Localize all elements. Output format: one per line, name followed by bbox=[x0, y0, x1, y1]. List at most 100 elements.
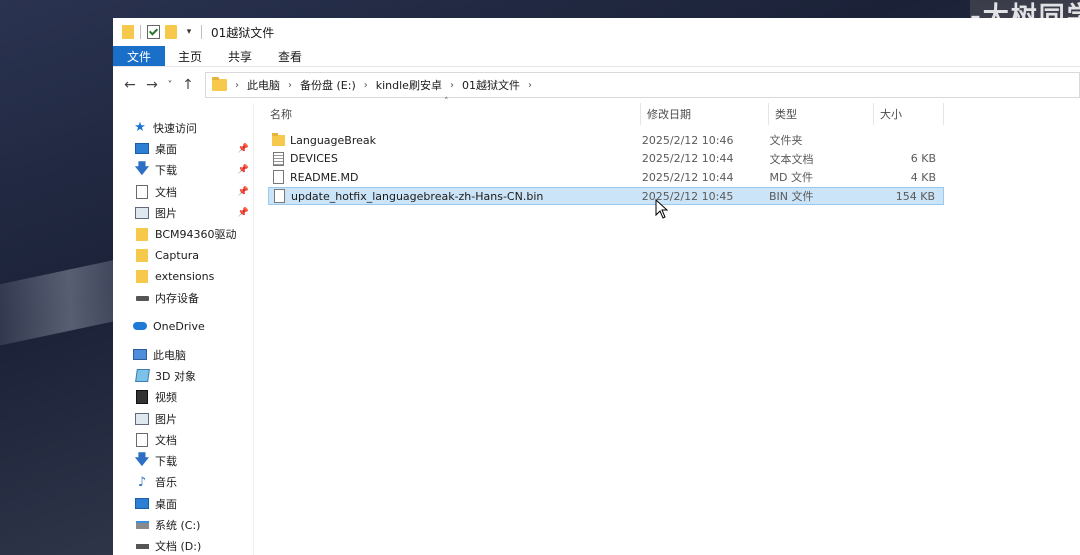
music-icon: ♪ bbox=[137, 474, 147, 490]
nav-item-bcm94360[interactable]: BCM94360驱动 bbox=[113, 223, 253, 244]
customize-toolbar-chevron-icon[interactable]: ▾ bbox=[180, 23, 198, 41]
nav-item-desktop-pc[interactable]: 桌面 bbox=[113, 493, 253, 514]
file-name: DEVICES bbox=[290, 152, 338, 166]
toolbar-separator bbox=[201, 25, 202, 39]
document-icon bbox=[135, 432, 149, 447]
new-folder-icon[interactable] bbox=[162, 23, 180, 41]
properties-check-icon[interactable] bbox=[144, 23, 162, 41]
address-bar[interactable]: › 此电脑 › 备份盘 (E:) › kindle刷安卓 › 01越狱文件 › bbox=[205, 72, 1080, 98]
file-icon bbox=[272, 189, 286, 204]
nav-label: 图片 bbox=[155, 206, 177, 220]
file-name: update_hotfix_languagebreak-zh-Hans-CN.b… bbox=[291, 189, 544, 203]
nav-label: OneDrive bbox=[153, 319, 205, 333]
nav-item-docs-d[interactable]: 文档 (D:) bbox=[113, 536, 253, 555]
explorer-body: ★ 快速访问 桌面 📌 🡇 下载 📌 文档 📌 图片 📌 BCM94360驱动 … bbox=[113, 97, 1080, 555]
nav-item-memory-device[interactable]: 内存设备 bbox=[113, 287, 253, 308]
breadcrumb-current-folder[interactable]: 01越狱文件 bbox=[462, 77, 520, 93]
nav-item-extensions[interactable]: extensions bbox=[113, 266, 253, 287]
address-row: ← → ˅ ↑ › 此电脑 › 备份盘 (E:) › kindle刷安卓 › 0… bbox=[113, 67, 1080, 103]
tab-share[interactable]: 共享 bbox=[215, 46, 265, 66]
column-header-name[interactable]: 名称 bbox=[254, 103, 641, 125]
breadcrumb-backup-drive[interactable]: 备份盘 (E:) bbox=[300, 77, 356, 93]
mouse-cursor-icon bbox=[655, 199, 669, 219]
chevron-right-icon[interactable]: › bbox=[235, 80, 239, 91]
nav-label: 音乐 bbox=[155, 476, 177, 490]
computer-icon bbox=[133, 348, 147, 362]
nav-item-videos[interactable]: 视频 bbox=[113, 387, 253, 408]
tab-view[interactable]: 查看 bbox=[265, 46, 315, 66]
up-arrow-icon[interactable]: ↑ bbox=[177, 77, 199, 93]
nav-label: 下载 bbox=[155, 164, 177, 178]
nav-label: 文档 (D:) bbox=[155, 540, 202, 554]
nav-item-documents-pc[interactable]: 文档 bbox=[113, 429, 253, 450]
file-size: 4 KB bbox=[910, 170, 936, 184]
nav-this-pc[interactable]: 此电脑 bbox=[113, 344, 253, 365]
chevron-right-icon[interactable]: › bbox=[288, 80, 292, 91]
nav-label: 系统 (C:) bbox=[155, 518, 201, 532]
chevron-right-icon[interactable]: › bbox=[364, 80, 368, 91]
column-header-size[interactable]: 大小 bbox=[874, 103, 944, 125]
tab-home[interactable]: 主页 bbox=[165, 46, 215, 66]
file-date: 2025/2/12 10:46 bbox=[641, 133, 734, 147]
star-icon: ★ bbox=[134, 120, 146, 136]
nav-quick-access[interactable]: ★ 快速访问 bbox=[113, 117, 253, 138]
nav-label: 文档 bbox=[155, 433, 177, 447]
file-type: BIN 文件 bbox=[769, 190, 814, 204]
file-name: LanguageBreak bbox=[290, 133, 376, 147]
ribbon-tabs: 文件 主页 共享 查看 bbox=[113, 46, 1080, 67]
navigation-pane[interactable]: ★ 快速访问 桌面 📌 🡇 下载 📌 文档 📌 图片 📌 BCM94360驱动 … bbox=[113, 103, 253, 555]
nav-item-3d-objects[interactable]: 3D 对象 bbox=[113, 365, 253, 386]
nav-item-pictures[interactable]: 图片 📌 bbox=[113, 202, 253, 223]
forward-arrow-icon[interactable]: → bbox=[141, 77, 163, 93]
column-header-type[interactable]: 类型 bbox=[769, 103, 874, 125]
file-row-selected[interactable]: update_hotfix_languagebreak-zh-Hans-CN.b… bbox=[268, 186, 944, 206]
cloud-icon bbox=[133, 319, 147, 333]
folder-icon bbox=[135, 248, 149, 262]
nav-item-system-c[interactable]: 系统 (C:) bbox=[113, 514, 253, 535]
file-type: MD 文件 bbox=[769, 171, 813, 185]
nav-label: 文档 bbox=[155, 185, 177, 199]
drive-icon bbox=[135, 291, 149, 305]
folder-icon[interactable] bbox=[119, 23, 137, 41]
pin-icon[interactable]: 📌 bbox=[238, 144, 249, 154]
file-icon bbox=[271, 170, 285, 185]
nav-item-desktop[interactable]: 桌面 📌 bbox=[113, 138, 253, 159]
tab-file[interactable]: 文件 bbox=[113, 46, 166, 66]
file-list[interactable]: ˄ 名称 修改日期 类型 大小 LanguageBreak 2025/2/12 … bbox=[254, 97, 1080, 555]
column-headers: 名称 修改日期 类型 大小 bbox=[254, 103, 1080, 125]
folder-icon bbox=[135, 270, 149, 284]
nav-label: 此电脑 bbox=[153, 348, 186, 362]
file-type: 文本文档 bbox=[769, 152, 814, 166]
file-row[interactable]: DEVICES 2025/2/12 10:44 文本文档 6 KB bbox=[268, 150, 944, 169]
nav-label: 桌面 bbox=[155, 142, 177, 156]
nav-item-music[interactable]: ♪ 音乐 bbox=[113, 472, 253, 493]
nav-item-documents[interactable]: 文档 📌 bbox=[113, 181, 253, 202]
file-date: 2025/2/12 10:44 bbox=[641, 152, 734, 166]
nav-item-downloads[interactable]: 🡇 下载 📌 bbox=[113, 160, 253, 181]
pin-icon[interactable]: 📌 bbox=[238, 187, 249, 197]
column-header-date[interactable]: 修改日期 bbox=[641, 103, 769, 125]
file-row[interactable]: README.MD 2025/2/12 10:44 MD 文件 4 KB bbox=[268, 168, 944, 187]
nav-onedrive[interactable]: OneDrive bbox=[113, 316, 253, 337]
breadcrumb-kindle[interactable]: kindle刷安卓 bbox=[376, 77, 442, 93]
file-type: 文件夹 bbox=[769, 134, 803, 148]
nav-label: 视频 bbox=[155, 391, 177, 405]
nav-item-downloads-pc[interactable]: 🡇 下载 bbox=[113, 450, 253, 471]
nav-item-captura[interactable]: Captura bbox=[113, 245, 253, 266]
file-date: 2025/2/12 10:44 bbox=[641, 170, 734, 184]
folder-icon bbox=[212, 77, 227, 91]
nav-label: Captura bbox=[155, 248, 199, 262]
picture-icon bbox=[135, 206, 149, 220]
breadcrumb-this-pc[interactable]: 此电脑 bbox=[247, 77, 280, 93]
system-drive-icon bbox=[135, 518, 149, 532]
chevron-right-icon[interactable]: › bbox=[528, 80, 532, 91]
chevron-right-icon[interactable]: › bbox=[450, 80, 454, 91]
download-icon: 🡇 bbox=[134, 452, 150, 469]
pin-icon[interactable]: 📌 bbox=[238, 165, 249, 175]
file-row[interactable]: LanguageBreak 2025/2/12 10:46 文件夹 bbox=[268, 131, 944, 150]
nav-item-pictures-pc[interactable]: 图片 bbox=[113, 408, 253, 429]
nav-label: extensions bbox=[155, 270, 215, 284]
back-arrow-icon[interactable]: ← bbox=[119, 77, 141, 93]
recent-locations-chevron-icon[interactable]: ˅ bbox=[163, 80, 177, 91]
pin-icon[interactable]: 📌 bbox=[238, 208, 249, 218]
